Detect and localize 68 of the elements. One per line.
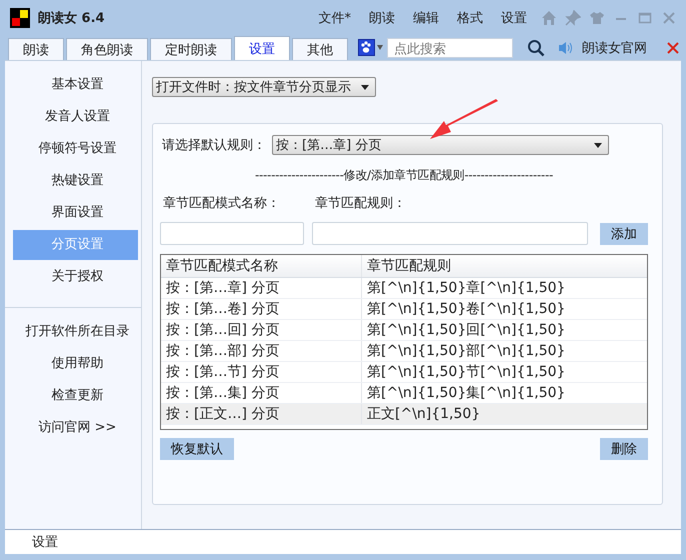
table-cell-text: 正文[^\n]{1,50} (366, 405, 482, 424)
menu-item[interactable]: 格式 (457, 9, 483, 27)
menu-item[interactable]: 文件* (318, 9, 351, 27)
table-cell: 按：[第…部] 分页 (161, 341, 362, 361)
table-cell-text: 第[^\n]{1,50}章[^\n]{1,50} (366, 279, 566, 298)
add-button[interactable]: 添加 (600, 223, 648, 245)
column-header[interactable]: 章节匹配规则 (362, 255, 647, 277)
tab[interactable]: 朗读 (8, 38, 64, 60)
sidebar-item[interactable]: 基本设置 (8, 69, 138, 101)
sidebar-link[interactable]: 使用帮助 (8, 348, 138, 380)
logo-icon (10, 8, 30, 28)
table-row[interactable]: 按：[第…回] 分页 第[^\n]{1,50}回[^\n]{1,50} (161, 320, 647, 341)
sidebar-item[interactable]: 热键设置 (8, 165, 138, 197)
sidebar-item[interactable]: 停顿符号设置 (8, 133, 138, 165)
table-cell-text: 第[^\n]{1,50}节[^\n]{1,50} (366, 363, 566, 382)
table-row[interactable]: 按：[第…章] 分页 第[^\n]{1,50}章[^\n]{1,50} (161, 278, 647, 299)
window-title: 朗读女 6.4 (38, 10, 105, 27)
table-row[interactable]: 按：[正文…] 分页 正文[^\n]{1,50} (161, 404, 647, 425)
restore-defaults-button[interactable]: 恢复默认 (160, 438, 234, 460)
sidebar-link[interactable]: 打开软件所在目录 (8, 316, 138, 348)
table-cell: 按：[第…集] 分页 (161, 383, 362, 403)
field-label: 请选择默认规则： (162, 137, 266, 154)
table-cell: 按：[正文…] 分页 (161, 404, 362, 424)
table-cell-text: 第[^\n]{1,50}集[^\n]{1,50} (366, 384, 566, 403)
speaker-icon (557, 40, 575, 56)
table-cell-text: 第[^\n]{1,50}回[^\n]{1,50} (366, 321, 566, 340)
table-cell: 按：[第…卷] 分页 (161, 299, 362, 319)
table-row[interactable]: 按：[第…节] 分页 第[^\n]{1,50}节[^\n]{1,50} (161, 362, 647, 383)
section-title: ----------------------修改/添加章节匹配规则---------------------- (254, 168, 554, 182)
table-cell: 按：[第…回] 分页 (161, 320, 362, 340)
menu-item[interactable]: 设置 (501, 9, 527, 27)
table-cell: 按：[第…节] 分页 (161, 362, 362, 382)
close-icon[interactable] (661, 10, 677, 26)
tab[interactable]: 角色朗读 (66, 38, 148, 60)
default-rule-dropdown[interactable]: 按：[第…章] 分页 (272, 135, 609, 155)
delete-button[interactable]: 删除 (600, 438, 648, 460)
table-row[interactable]: 按：[第…部] 分页 第[^\n]{1,50}部[^\n]{1,50} (161, 341, 647, 362)
sidebar-item[interactable]: 发音人设置 (8, 101, 138, 133)
home-icon[interactable] (541, 10, 557, 26)
tab[interactable]: 定时朗读 (150, 38, 232, 60)
table-cell: 按：[第…章] 分页 (161, 278, 362, 298)
input-field[interactable] (160, 222, 304, 245)
table-row[interactable]: 按：[第…卷] 分页 第[^\n]{1,50}卷[^\n]{1,50} (161, 299, 647, 320)
field-label: 章节匹配规则： (314, 195, 407, 212)
pin-icon[interactable] (565, 10, 581, 26)
table-cell-text: 第[^\n]{1,50}卷[^\n]{1,50} (366, 300, 566, 319)
sidebar-item[interactable]: 关于授权 (8, 261, 138, 293)
annotation-arrow (430, 99, 500, 141)
field-label: 章节匹配模式名称： (162, 195, 281, 212)
open-mode-dropdown[interactable]: 打开文件时：按文件章节分页显示 (152, 77, 376, 97)
table-cell-text: 第[^\n]{1,50}部[^\n]{1,50} (366, 342, 566, 361)
shirt-icon[interactable] (589, 10, 605, 26)
column-header[interactable]: 章节匹配模式名称 (161, 255, 362, 277)
sidebar-item[interactable]: 界面设置 (8, 197, 138, 229)
search-field[interactable]: 点此搜索 (387, 38, 513, 58)
input-field[interactable] (312, 222, 588, 245)
menu-item[interactable]: 朗读 (369, 9, 395, 27)
sidebar-link[interactable]: 访问官网 >> (8, 412, 138, 444)
menu-item[interactable]: 编辑 (413, 9, 439, 27)
maximize-icon[interactable] (637, 10, 653, 26)
tab[interactable]: 设置 (234, 36, 290, 60)
status-text: 设置 (32, 534, 58, 551)
website-link[interactable]: 朗读女官网 (582, 39, 647, 57)
paw-icon[interactable] (358, 39, 384, 57)
tab[interactable]: 其他 (292, 38, 348, 60)
sidebar-link[interactable]: 检查更新 (8, 380, 138, 412)
close-icon[interactable] (667, 42, 679, 54)
search-icon[interactable] (527, 39, 545, 57)
